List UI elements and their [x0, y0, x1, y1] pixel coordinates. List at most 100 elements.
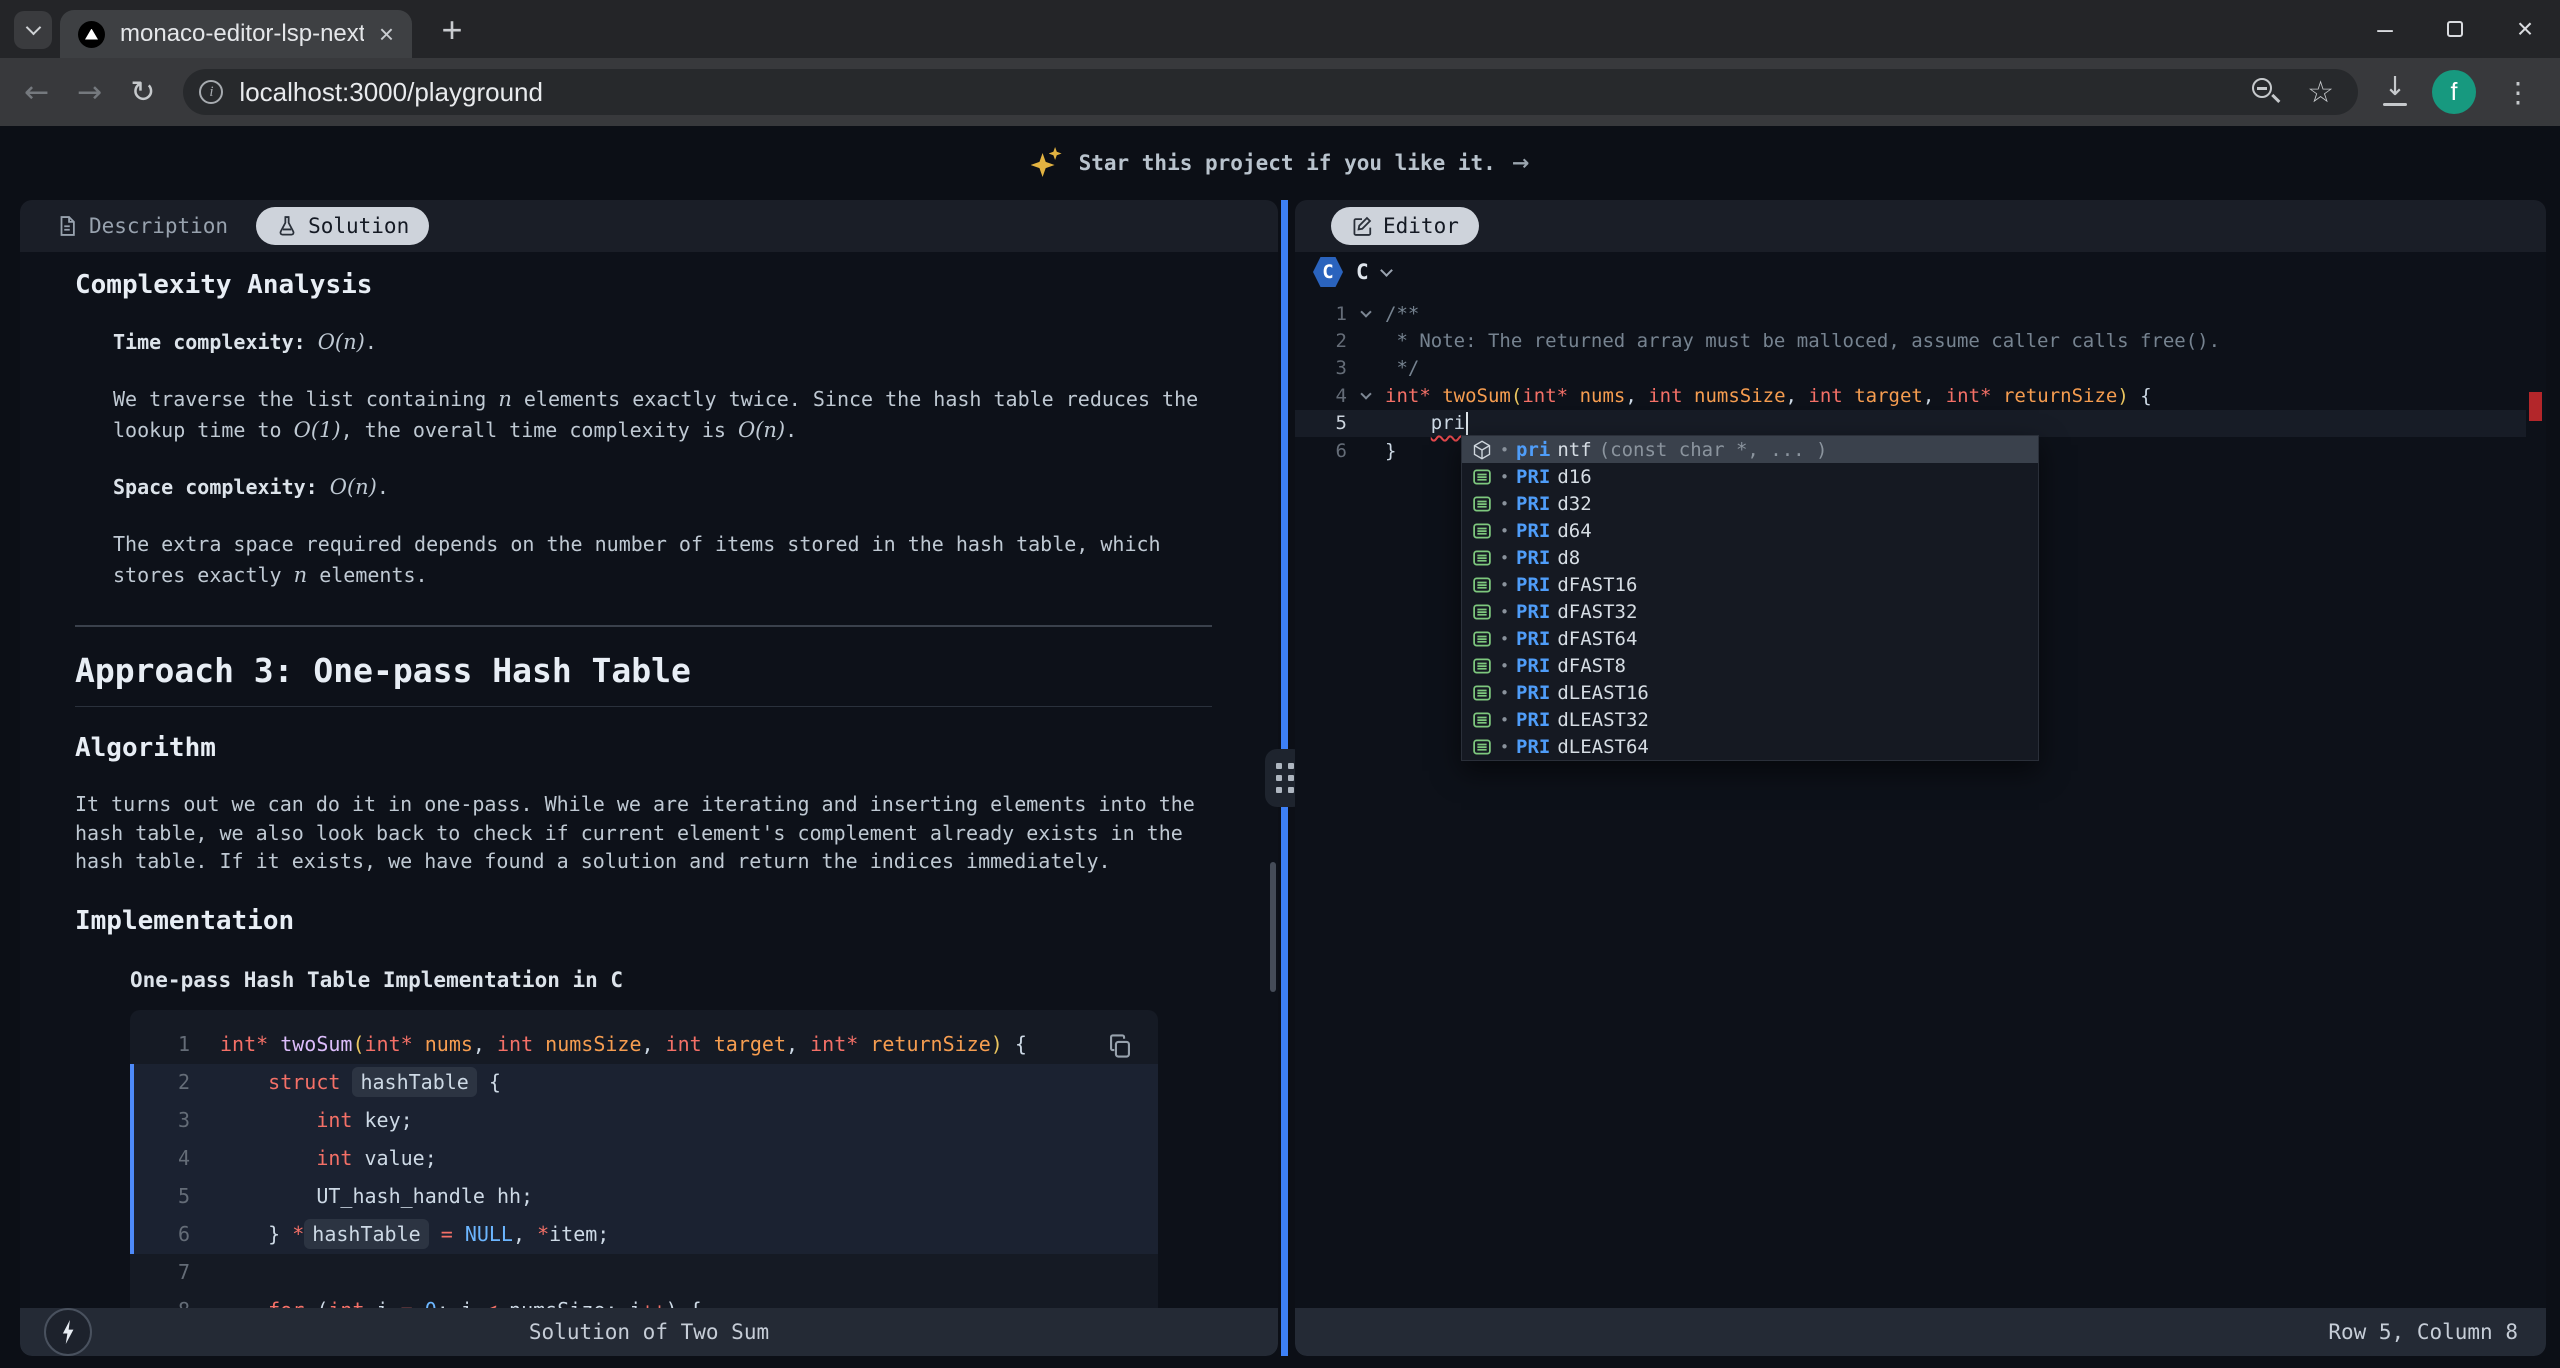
text-suggestion-icon [1471, 655, 1493, 677]
close-button[interactable]: × [2490, 0, 2560, 58]
editor-line[interactable]: 4int* twoSum(int* nums, int numsSize, in… [1295, 382, 2526, 409]
tab-solution-label: Solution [308, 214, 409, 238]
back-button[interactable]: ← [24, 75, 49, 110]
maximize-icon [2447, 21, 2463, 37]
browser-tab[interactable]: monaco-editor-lsp-next × [60, 10, 412, 58]
site-favicon-icon [78, 21, 105, 48]
url-text[interactable]: localhost:3000/playground [239, 77, 543, 108]
algorithm-heading: Algorithm [75, 733, 1212, 764]
left-panel-footer: Solution of Two Sum [20, 1308, 1278, 1356]
solution-panel: Description Solution Complexity Analysis… [20, 200, 1278, 1356]
editor-line[interactable]: 2 * Note: The returned array must be mal… [1295, 327, 2526, 354]
suggest-item[interactable]: •PRIdFAST8 [1462, 652, 2038, 679]
method-icon [1471, 439, 1493, 461]
arrow-right-icon: → [1512, 151, 1530, 175]
right-panel-header: Editor [1295, 200, 2546, 252]
suggest-item[interactable]: •PRIdFAST32 [1462, 598, 2038, 625]
suggest-item[interactable]: •PRIdFAST64 [1462, 625, 2038, 652]
left-panel-header: Description Solution [20, 200, 1278, 252]
editor-line[interactable]: 5 pri [1295, 410, 2526, 437]
left-panel-scrollbar[interactable] [1270, 862, 1276, 992]
banner-text: Star this project if you like it. [1079, 151, 1496, 175]
text-suggestion-icon [1471, 547, 1493, 569]
traverse-paragraph: We traverse the list containing n elemen… [113, 384, 1212, 446]
reload-button[interactable]: ↻ [130, 75, 155, 110]
bookmark-star-icon[interactable]: ☆ [2307, 75, 2334, 110]
maximize-button[interactable] [2420, 0, 2490, 58]
tab-editor-label: Editor [1383, 214, 1459, 238]
editor-line[interactable]: 3 */ [1295, 355, 2526, 382]
site-info-icon[interactable]: i [199, 80, 223, 104]
window-controls: – × [2350, 0, 2560, 58]
tab-editor[interactable]: Editor [1331, 207, 1479, 245]
suggest-item[interactable]: •PRIdLEAST64 [1462, 733, 2038, 760]
star-project-banner[interactable]: Star this project if you like it. → [0, 126, 2560, 200]
time-complexity-paragraph: Time complexity: O(n). [113, 327, 1212, 358]
code-line: 3 int key; [130, 1102, 1158, 1140]
minimize-button[interactable]: – [2350, 0, 2420, 58]
tab-search-chevron-button[interactable] [14, 11, 52, 49]
language-label: C [1356, 260, 1369, 284]
suggest-item[interactable]: •PRIdLEAST16 [1462, 679, 2038, 706]
copy-code-button[interactable] [1098, 1024, 1142, 1068]
algorithm-paragraph: It turns out we can do it in one-pass. W… [75, 790, 1212, 876]
document-icon [56, 215, 78, 237]
address-bar[interactable]: i localhost:3000/playground ☆ [183, 69, 2358, 115]
code-line: 4 int value; [130, 1140, 1158, 1178]
suggest-item[interactable]: •PRIdFAST16 [1462, 571, 2038, 598]
solution-title: Solution of Two Sum [20, 1320, 1278, 1344]
chevron-down-icon [25, 20, 41, 36]
sparkles-icon [1031, 147, 1063, 179]
chevron-down-icon [1380, 264, 1393, 277]
quick-action-button[interactable] [44, 1308, 92, 1356]
editor-line[interactable]: 1/** [1295, 300, 2526, 327]
code-line: 6 } *hashTable = NULL, *item; [130, 1216, 1158, 1254]
text-suggestion-icon [1471, 736, 1493, 758]
cursor-position-status: Row 5, Column 8 [1295, 1320, 2546, 1344]
text-suggestion-icon [1471, 574, 1493, 596]
zoom-out-icon[interactable] [2251, 77, 2281, 107]
text-suggestion-icon [1471, 601, 1493, 623]
text-suggestion-icon [1471, 493, 1493, 515]
new-tab-button[interactable]: + [432, 12, 472, 48]
suggest-item[interactable]: •printf(const char *, ... ) [1462, 436, 2038, 463]
language-selector[interactable]: C C [1295, 252, 2546, 292]
text-suggestion-icon [1471, 628, 1493, 650]
forward-button[interactable]: → [77, 75, 102, 110]
fold-chevron-icon [1360, 388, 1371, 399]
edit-pencil-icon [1351, 215, 1373, 237]
complexity-heading: Complexity Analysis [75, 270, 1212, 301]
browser-tab-strip: monaco-editor-lsp-next × + – × [0, 0, 2560, 58]
tab-solution[interactable]: Solution [256, 207, 429, 245]
code-line: 5 UT_hash_handle hh; [130, 1178, 1158, 1216]
monaco-editor[interactable]: 1/**2 * Note: The returned array must be… [1295, 292, 2546, 1308]
c-language-icon: C [1313, 256, 1343, 288]
text-cursor [1466, 412, 1468, 435]
panel-resizer[interactable] [1281, 200, 1288, 1356]
solution-content: Complexity Analysis Time complexity: O(n… [20, 252, 1278, 1308]
tab-title: monaco-editor-lsp-next [120, 20, 364, 48]
text-suggestion-icon [1471, 520, 1493, 542]
copy-icon [1107, 1033, 1133, 1059]
tab-description[interactable]: Description [56, 214, 228, 238]
section-divider [75, 625, 1212, 627]
text-suggestion-icon [1471, 682, 1493, 704]
code-line: 1int* twoSum(int* nums, int numsSize, in… [130, 1026, 1158, 1064]
code-caption: One-pass Hash Table Implementation in C [130, 965, 1212, 996]
lightning-bolt-icon [60, 1320, 76, 1344]
text-suggestion-icon [1471, 466, 1493, 488]
flask-icon [276, 215, 298, 237]
browser-menu-icon[interactable]: ⋮ [2494, 76, 2542, 109]
code-line: 7 [130, 1254, 1158, 1292]
suggest-item[interactable]: •PRId64 [1462, 517, 2038, 544]
downloads-button[interactable]: ↓ [2380, 76, 2410, 108]
profile-avatar[interactable]: f [2432, 70, 2476, 114]
text-suggestion-icon [1471, 709, 1493, 731]
implementation-heading: Implementation [75, 906, 1212, 937]
suggest-item[interactable]: •PRId32 [1462, 490, 2038, 517]
suggest-item[interactable]: •PRIdLEAST32 [1462, 706, 2038, 733]
suggest-item[interactable]: •PRId8 [1462, 544, 2038, 571]
fold-chevron-icon [1360, 306, 1371, 317]
suggest-item[interactable]: •PRId16 [1462, 463, 2038, 490]
tab-close-icon[interactable]: × [379, 21, 394, 47]
